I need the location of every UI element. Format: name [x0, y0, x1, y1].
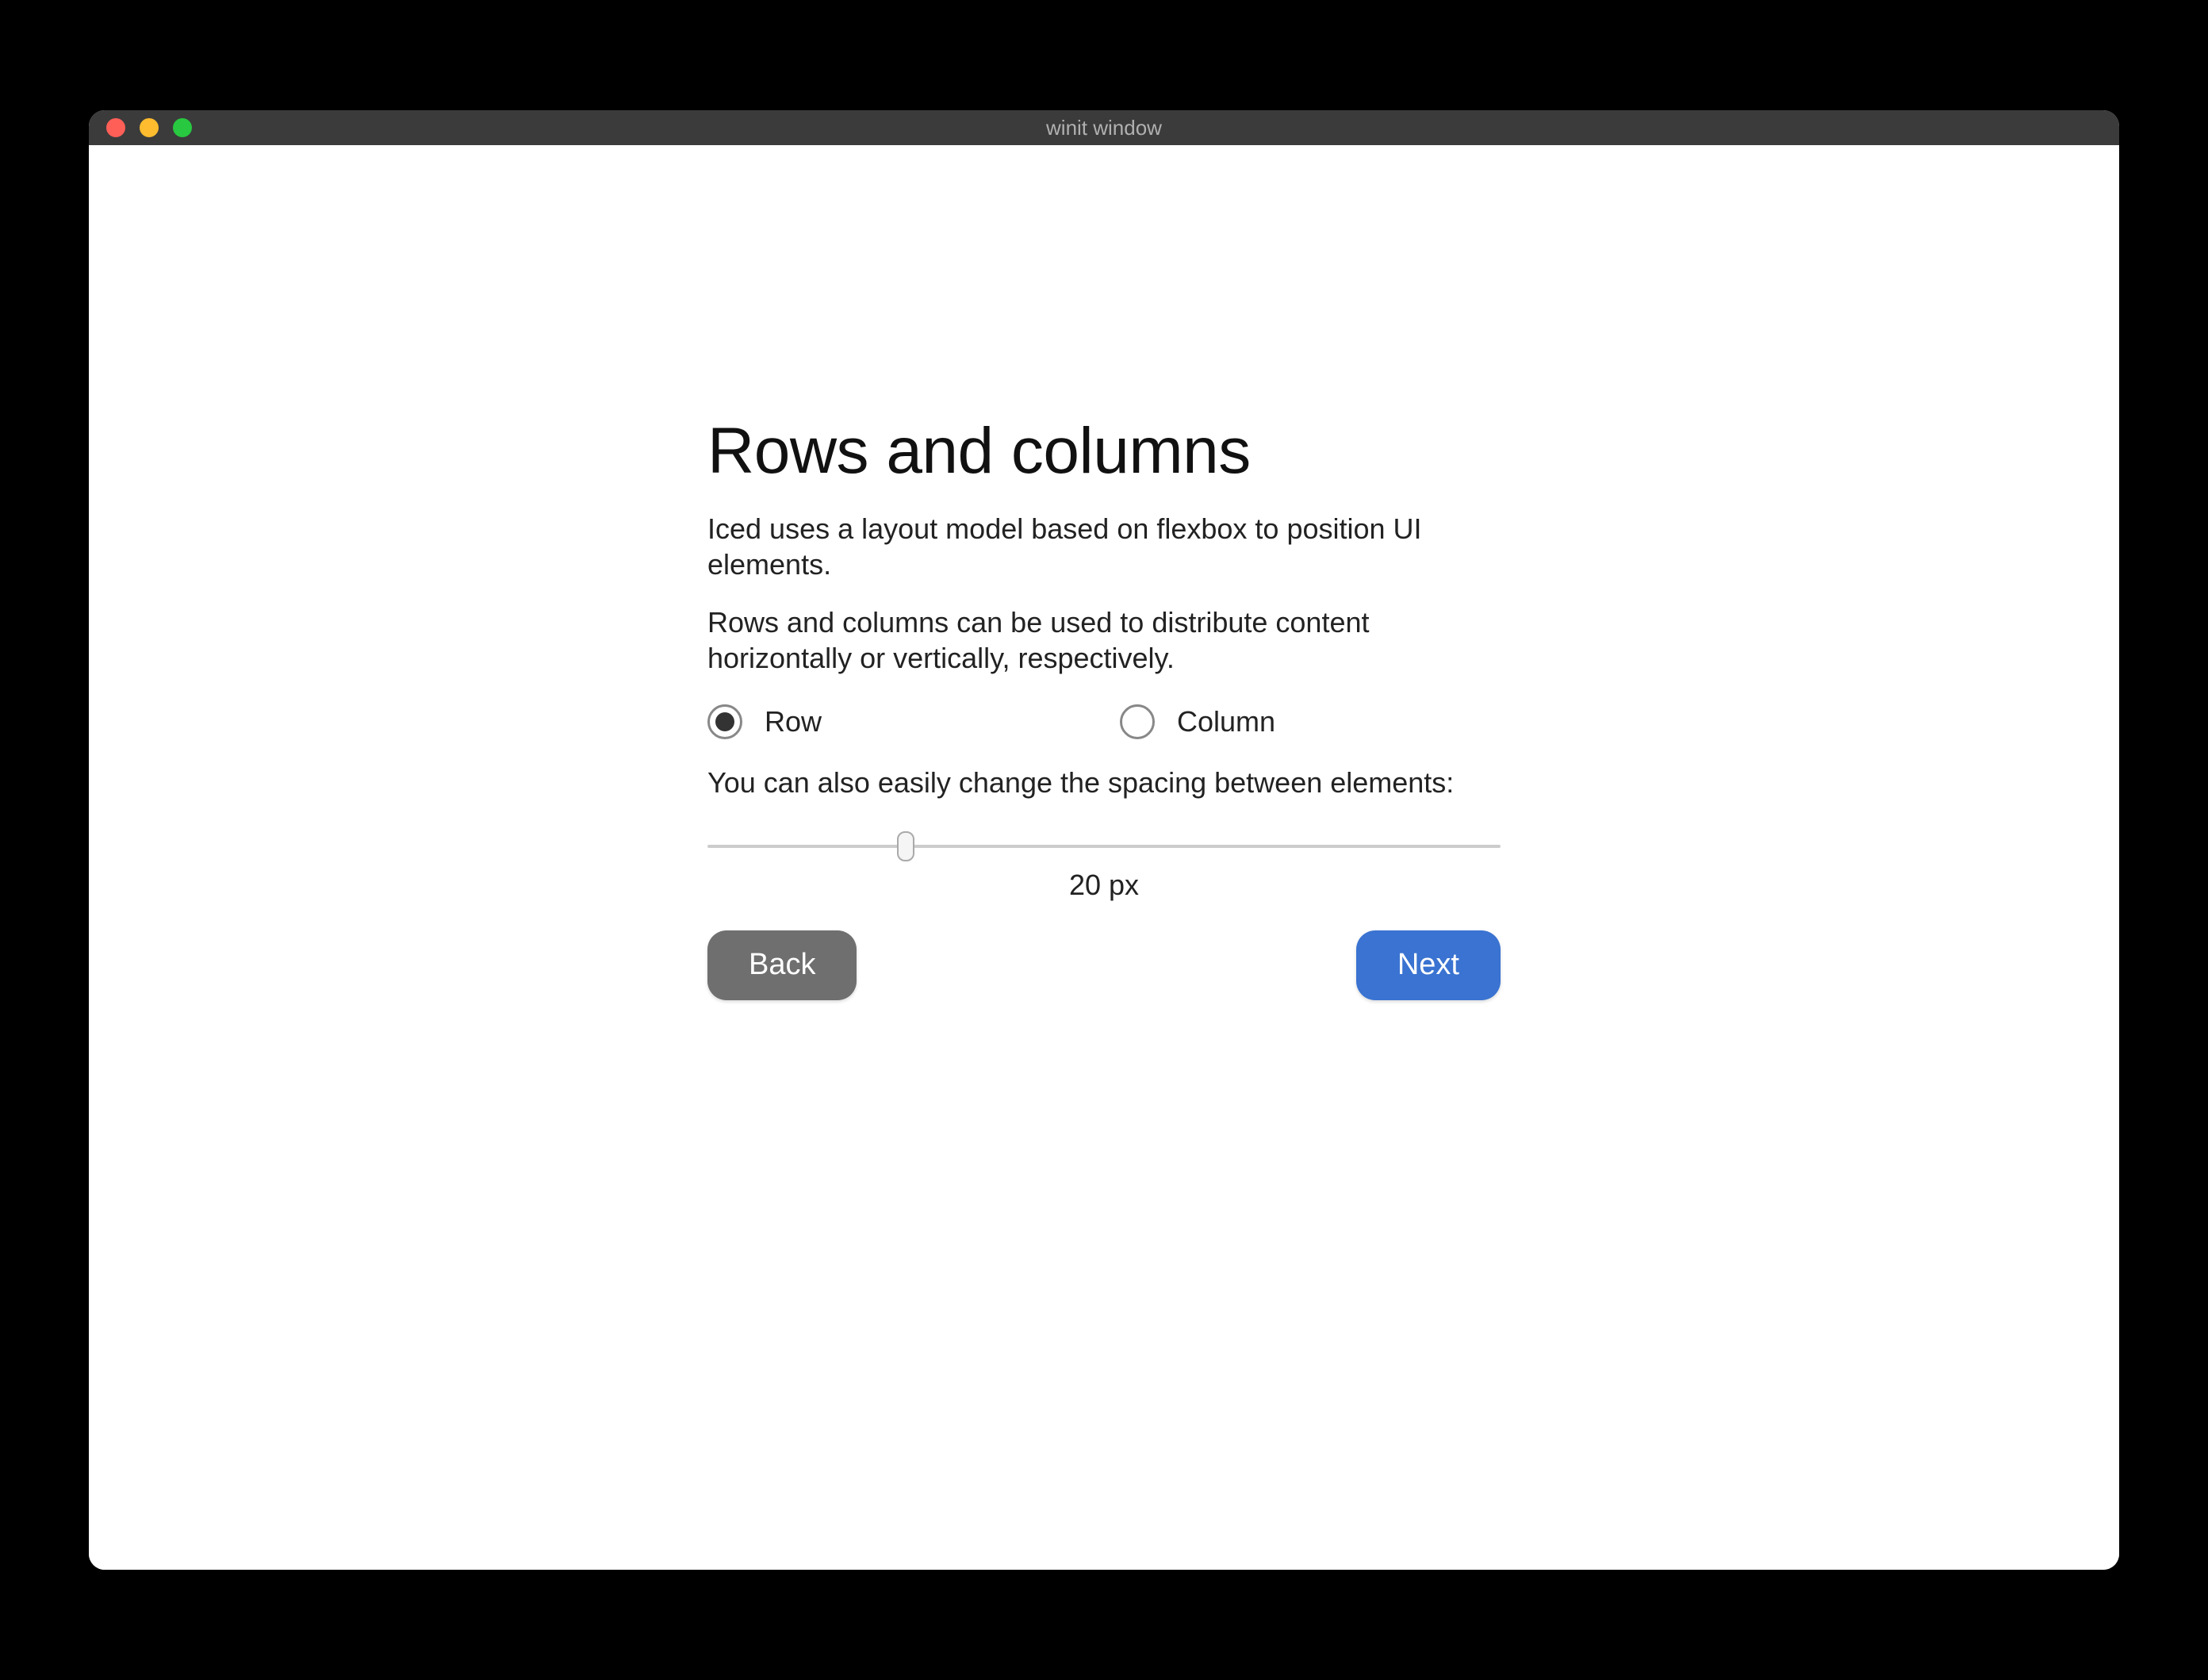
- traffic-lights: [106, 118, 192, 137]
- radio-label-row: Row: [765, 705, 822, 738]
- radio-option-column[interactable]: Column: [1120, 704, 1485, 739]
- radio-label-column: Column: [1177, 705, 1275, 738]
- radio-circle-row: [707, 704, 742, 739]
- titlebar: winit window: [89, 110, 2119, 145]
- minimize-icon[interactable]: [140, 118, 159, 137]
- page-heading: Rows and columns: [707, 414, 1501, 489]
- slider-thumb[interactable]: [897, 831, 914, 861]
- layout-radio-group: Row Column: [707, 704, 1501, 739]
- content-area: Rows and columns Iced uses a layout mode…: [89, 145, 2119, 1570]
- next-button[interactable]: Next: [1356, 930, 1501, 1000]
- spacing-paragraph: You can also easily change the spacing b…: [707, 765, 1501, 800]
- intro-paragraph-1: Iced uses a layout model based on flexbo…: [707, 511, 1501, 582]
- nav-button-row: Back Next: [707, 930, 1501, 1000]
- intro-paragraph-2: Rows and columns can be used to distribu…: [707, 604, 1501, 676]
- radio-dot-icon: [715, 712, 734, 731]
- radio-option-row[interactable]: Row: [707, 704, 1072, 739]
- spacing-value-label: 20 px: [707, 869, 1501, 902]
- maximize-icon[interactable]: [173, 118, 192, 137]
- main-panel: Rows and columns Iced uses a layout mode…: [707, 414, 1501, 1000]
- app-window: winit window Rows and columns Iced uses …: [89, 110, 2119, 1570]
- slider-track: [707, 845, 1501, 848]
- close-icon[interactable]: [106, 118, 125, 137]
- back-button[interactable]: Back: [707, 930, 857, 1000]
- radio-circle-column: [1120, 704, 1155, 739]
- spacing-slider[interactable]: [707, 832, 1501, 861]
- window-title: winit window: [89, 116, 2119, 140]
